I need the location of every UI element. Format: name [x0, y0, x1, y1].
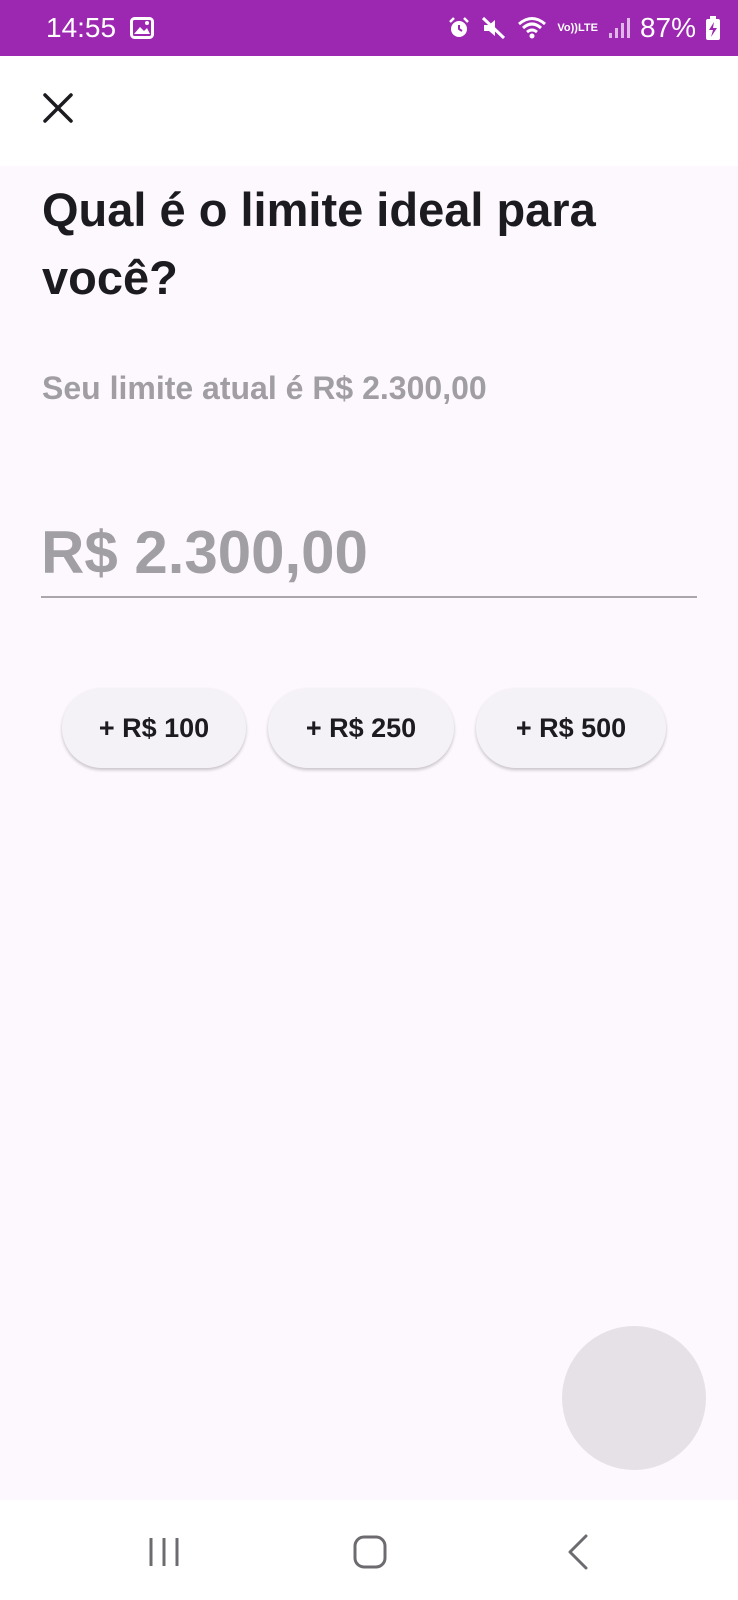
back-button[interactable]	[538, 1522, 618, 1582]
add-100-chip[interactable]: + R$ 100	[62, 688, 246, 768]
page-title: Qual é o limite ideal para você?	[42, 183, 596, 304]
battery-percent: 87%	[639, 12, 696, 43]
current-limit-text: Seu limite atual é R$ 2.300,00	[42, 370, 487, 406]
limit-amount-field[interactable]	[41, 510, 697, 598]
quick-add-chips: + R$ 100 + R$ 250 + R$ 500	[0, 688, 738, 770]
gallery-icon	[130, 17, 155, 39]
status-time: 14:55	[46, 12, 117, 43]
mute-icon	[481, 16, 507, 40]
home-icon	[353, 1535, 387, 1569]
volte-label: Vo))	[557, 21, 578, 34]
volte-lte-indicator: Vo)) LTE	[557, 21, 598, 34]
alarm-icon	[447, 16, 471, 40]
status-left: 14:55	[46, 12, 155, 44]
navigation-bar	[0, 1500, 738, 1600]
back-icon	[568, 1534, 588, 1570]
continue-button[interactable]	[562, 1326, 706, 1470]
limit-amount-input[interactable]	[41, 510, 697, 594]
recent-apps-button[interactable]	[124, 1522, 204, 1582]
add-250-chip[interactable]: + R$ 250	[268, 688, 454, 768]
signal-icon	[608, 16, 630, 40]
top-app-bar	[0, 56, 738, 166]
close-button[interactable]	[30, 80, 86, 136]
close-icon	[43, 93, 73, 123]
lte-label: LTE	[577, 21, 598, 34]
wifi-icon	[517, 16, 547, 40]
recent-apps-icon	[149, 1538, 179, 1566]
battery-charging-icon	[706, 16, 720, 40]
status-bar: 14:55 Vo)) LTE 87%	[0, 0, 738, 56]
add-500-chip[interactable]: + R$ 500	[476, 688, 666, 768]
status-right: Vo)) LTE 87%	[447, 12, 720, 44]
home-button[interactable]	[330, 1522, 410, 1582]
